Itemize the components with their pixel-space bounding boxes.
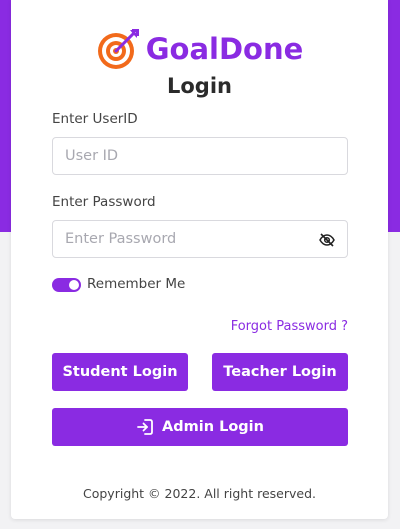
password-label: Enter Password	[52, 194, 156, 210]
forgot-password-link[interactable]: Forgot Password ?	[231, 319, 348, 334]
admin-login-label: Admin Login	[162, 419, 264, 435]
teacher-login-button[interactable]: Teacher Login	[212, 353, 348, 391]
target-arrow-icon	[97, 29, 139, 69]
password-input[interactable]	[52, 220, 348, 258]
page-title: Login	[167, 74, 232, 98]
sign-in-icon	[136, 418, 154, 436]
brand-name: GoalDone	[145, 32, 304, 66]
copyright-text: Copyright © 2022. All right reserved.	[83, 486, 316, 501]
student-login-button[interactable]: Student Login	[52, 353, 188, 391]
brand-logo: GoalDone	[11, 24, 388, 74]
login-card: GoalDone Login Enter UserID Enter Passwo…	[11, 0, 388, 519]
remember-me-switch[interactable]	[52, 278, 81, 292]
userid-input[interactable]	[52, 137, 348, 175]
switch-knob	[69, 280, 79, 290]
eye-slash-icon	[319, 233, 335, 247]
admin-login-button[interactable]: Admin Login	[52, 408, 348, 446]
userid-label: Enter UserID	[52, 111, 138, 127]
password-visibility-toggle[interactable]	[316, 231, 338, 249]
remember-me-label: Remember Me	[87, 276, 186, 292]
